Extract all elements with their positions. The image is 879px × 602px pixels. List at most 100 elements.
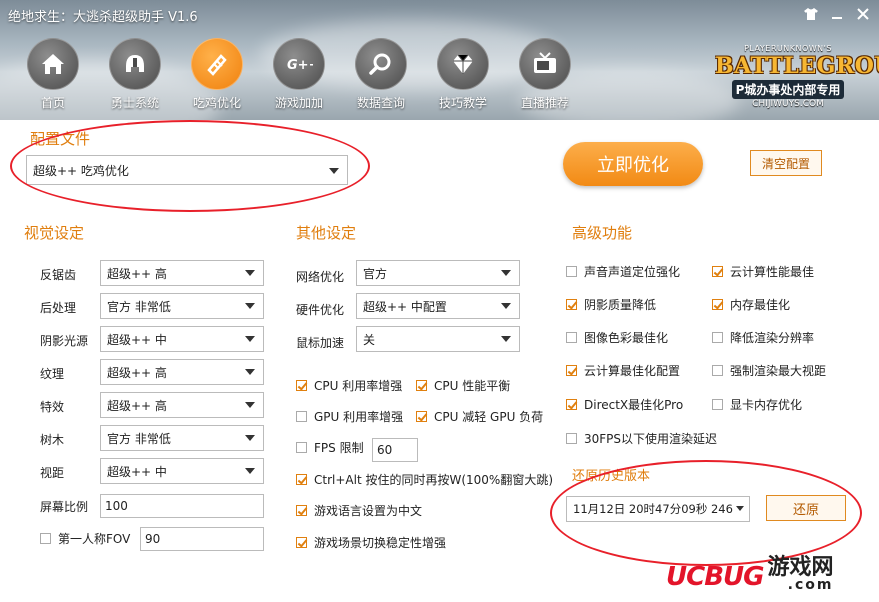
nav-warrior[interactable]: 勇士系统 xyxy=(102,38,168,111)
adv-check-cloud-performance[interactable]: 云计算性能最佳 xyxy=(712,263,814,280)
checkbox-box xyxy=(712,299,723,310)
checkbox-box xyxy=(712,332,723,343)
diamond-icon xyxy=(453,54,473,74)
window-title: 绝地求生：大逃杀超级助手 V1.6 xyxy=(8,10,198,25)
check-game-language[interactable]: 游戏语言设置为中文 xyxy=(296,502,422,519)
close-button[interactable] xyxy=(853,4,873,24)
visual-label-view-distance: 视距 xyxy=(40,466,65,480)
checkbox-box xyxy=(416,380,427,391)
chevron-down-icon xyxy=(501,303,511,309)
search-icon xyxy=(369,53,391,75)
chevron-down-icon xyxy=(245,435,255,441)
adv-check-render-delay[interactable]: 30FPS以下使用渲染延迟 xyxy=(566,430,717,447)
restore-version-value: 11月12日 20时47分09秒 246 xyxy=(573,502,733,516)
optimize-icon xyxy=(207,54,227,76)
hardware-select[interactable]: 超级++ 中配置 xyxy=(356,293,520,319)
checkbox-box xyxy=(566,332,577,343)
nav-tips[interactable]: 技巧教学 xyxy=(430,38,496,111)
nav-live[interactable]: 直播推荐 xyxy=(512,38,578,111)
check-gpu-usage[interactable]: GPU 利用率增强 xyxy=(296,408,403,425)
checkbox-box xyxy=(566,266,577,277)
fov-input[interactable]: 90 xyxy=(140,527,264,551)
visual-label-post-processing: 后处理 xyxy=(40,301,77,315)
chevron-down-icon xyxy=(245,270,255,276)
view-distance-select[interactable]: 超级++ 中 xyxy=(100,458,264,484)
nav-game-plus[interactable]: G++ 游戏加加 xyxy=(266,38,332,111)
foliage-select[interactable]: 官方 非常低 xyxy=(100,425,264,451)
nav-home[interactable]: 首页 xyxy=(20,38,86,111)
adv-check-memory-optimize[interactable]: 内存最佳化 xyxy=(712,296,790,313)
checkbox-box xyxy=(296,411,307,422)
adv-check-color-optimize[interactable]: 图像色彩最佳化 xyxy=(566,329,668,346)
adv-check-lower-resolution[interactable]: 降低渲染分辨率 xyxy=(712,329,814,346)
clear-config-button[interactable]: 清空配置 xyxy=(750,150,822,176)
adv-check-shadow-reduce[interactable]: 阴影质量降低 xyxy=(566,296,656,313)
effects-select[interactable]: 超级++ 高 xyxy=(100,392,264,418)
hardware-label: 硬件优化 xyxy=(296,303,345,317)
check-cpu-usage[interactable]: CPU 利用率增强 xyxy=(296,377,402,394)
mouse-accel-select[interactable]: 关 xyxy=(356,326,520,352)
nav-data-query[interactable]: 数据查询 xyxy=(348,38,414,111)
adv-check-directx-pro[interactable]: DirectX最佳化Pro xyxy=(566,396,683,413)
check-fps-limit[interactable]: FPS 限制 xyxy=(296,439,364,456)
check-scene-stability[interactable]: 游戏场景切换稳定性增强 xyxy=(296,534,446,551)
window-controls xyxy=(801,4,873,24)
checkbox-box xyxy=(296,505,307,516)
watermark-logo: UCBUG xyxy=(666,562,764,592)
chevron-down-icon xyxy=(245,468,255,474)
chevron-down-icon xyxy=(329,168,339,174)
chevron-down-icon xyxy=(736,506,744,511)
watermark-cn: 游戏网 xyxy=(767,554,834,580)
checkbox-box xyxy=(566,399,577,410)
network-select[interactable]: 官方 xyxy=(356,260,520,286)
battlegrounds-logo: PLAYERUNKNOWN'S BATTLEGROUNDS P城办事处内部专用 … xyxy=(715,44,879,109)
ucbug-watermark: UCBUG 游戏网 .com xyxy=(666,556,833,592)
shadow-select[interactable]: 超级++ 中 xyxy=(100,326,264,352)
helmet-icon xyxy=(126,55,144,72)
checkbox-box xyxy=(296,380,307,391)
adv-check-max-view-distance[interactable]: 强制渲染最大视距 xyxy=(712,362,826,379)
minimize-icon xyxy=(832,17,842,19)
optimize-now-button[interactable]: 立即优化 xyxy=(563,142,703,186)
chevron-down-icon xyxy=(245,303,255,309)
check-cpu-balance[interactable]: CPU 性能平衡 xyxy=(416,377,510,394)
checkbox-box xyxy=(712,365,723,376)
check-cpu-reduce-gpu[interactable]: CPU 减轻 GPU 负荷 xyxy=(416,408,543,425)
close-icon xyxy=(857,8,869,20)
visual-title: 视觉设定 xyxy=(24,224,85,242)
checkbox-box xyxy=(712,266,723,277)
checkbox-box xyxy=(40,533,51,544)
advanced-title: 高级功能 xyxy=(572,224,633,242)
config-title: 配置文件 xyxy=(30,130,91,148)
screen-ratio-input[interactable]: 100 xyxy=(100,494,264,518)
restore-button[interactable]: 还原 xyxy=(766,495,846,521)
adv-check-sound-positioning[interactable]: 声音声道定位强化 xyxy=(566,263,680,280)
checkbox-box xyxy=(712,399,723,410)
chevron-down-icon xyxy=(245,336,255,342)
tv-icon xyxy=(534,52,556,73)
texture-select[interactable]: 超级++ 高 xyxy=(100,359,264,385)
visual-label-foliage: 树木 xyxy=(40,433,65,447)
nav-optimize[interactable]: 吃鸡优化 xyxy=(184,38,250,111)
restore-version-select[interactable]: 11月12日 20时47分09秒 246 xyxy=(566,496,750,522)
config-select[interactable]: 超级++ 吃鸡优化 xyxy=(26,155,348,185)
adv-check-cloud-config[interactable]: 云计算最佳化配置 xyxy=(566,362,680,379)
fps-input[interactable]: 60 xyxy=(372,438,418,462)
check-ctrl-alt-jump[interactable]: Ctrl+Alt 按住的同时再按W(100%翻窗大跳) xyxy=(296,471,553,488)
screen-ratio-label: 屏幕比例 xyxy=(40,500,89,514)
chevron-down-icon xyxy=(501,270,511,276)
watermark-com: .com xyxy=(787,577,834,593)
visual-label-effects: 特效 xyxy=(40,400,65,414)
visual-label-texture: 纹理 xyxy=(40,367,65,381)
shirt-icon xyxy=(804,8,818,20)
visual-label-anti-alias: 反锯齿 xyxy=(40,268,77,282)
minimize-button[interactable] xyxy=(827,4,847,24)
fov-checkbox[interactable]: 第一人称FOV xyxy=(40,530,130,547)
skin-button[interactable] xyxy=(801,4,821,24)
config-select-value: 超级++ 吃鸡优化 xyxy=(33,163,129,178)
header-bar: 绝地求生：大逃杀超级助手 V1.6 首页 勇士系统 吃鸡优化 G+ 游戏加加 数… xyxy=(0,0,879,120)
fov-label: 第一人称FOV xyxy=(58,532,131,546)
post-processing-select[interactable]: 官方 非常低 xyxy=(100,293,264,319)
adv-check-vram-optimize[interactable]: 显卡内存优化 xyxy=(712,396,802,413)
anti-alias-select[interactable]: 超级++ 高 xyxy=(100,260,264,286)
